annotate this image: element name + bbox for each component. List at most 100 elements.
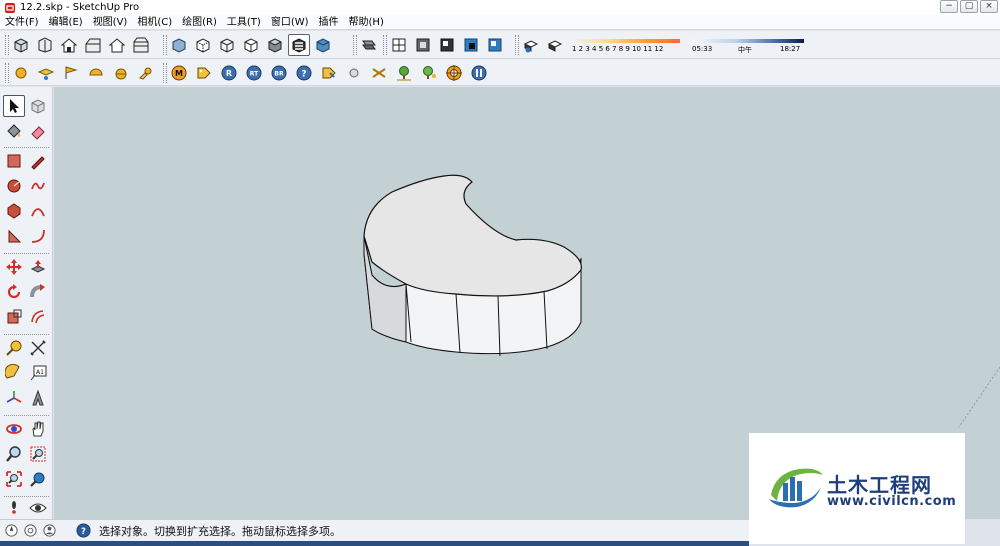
wireframe-button[interactable]: [216, 34, 238, 56]
credits-button[interactable]: [22, 523, 38, 539]
orbit-tool[interactable]: [3, 418, 25, 440]
layer-button[interactable]: [35, 62, 57, 84]
menu-camera[interactable]: 相机(C): [132, 15, 177, 30]
menu-tools[interactable]: 工具(T): [222, 15, 266, 30]
iso-view-button[interactable]: [10, 34, 32, 56]
ball-button[interactable]: [343, 62, 365, 84]
previous-view-tool[interactable]: [27, 468, 49, 490]
zoom-window-tool[interactable]: [27, 443, 49, 465]
hidden-line-button[interactable]: [240, 34, 262, 56]
display-shadows-button[interactable]: [544, 34, 566, 56]
move-tool[interactable]: [3, 256, 25, 278]
menu-help[interactable]: 帮助(H): [344, 15, 389, 30]
xray-button[interactable]: [168, 34, 190, 56]
flag-button[interactable]: [60, 62, 82, 84]
polygon-tool[interactable]: [3, 200, 25, 222]
sphere-half-button[interactable]: [110, 62, 132, 84]
freehand-tool[interactable]: [27, 175, 49, 197]
br-circle-button[interactable]: BR: [268, 62, 290, 84]
component-c-button[interactable]: [436, 34, 458, 56]
month-ticks: 1 2 3 4 5 6 7 8 9 10 11 12: [572, 45, 664, 53]
front-view-button[interactable]: [58, 34, 80, 56]
r-circle-button[interactable]: R: [218, 62, 240, 84]
pie-tool[interactable]: [3, 225, 25, 247]
monochrome-button[interactable]: [312, 34, 334, 56]
zoom-extents-tool[interactable]: [3, 468, 25, 490]
half-sphere-button[interactable]: [85, 62, 107, 84]
shaded-textures-icon: [292, 38, 306, 53]
menu-edit[interactable]: 编辑(E): [44, 15, 88, 30]
tree-button[interactable]: [393, 62, 415, 84]
left-view-button[interactable]: [130, 34, 152, 56]
shadow-settings-button[interactable]: [520, 34, 542, 56]
window-title: 12.2.skp - SketchUp Pro: [20, 2, 140, 13]
follow-me-tool[interactable]: [27, 281, 49, 303]
maximize-button[interactable]: ▢: [960, 0, 978, 13]
m-circle-button[interactable]: M: [168, 62, 190, 84]
menu-view[interactable]: 视图(V): [88, 15, 133, 30]
menu-draw[interactable]: 绘图(R): [177, 15, 222, 30]
back-view-button[interactable]: [106, 34, 128, 56]
arc-tool[interactable]: [27, 200, 49, 222]
tag-button[interactable]: [193, 62, 215, 84]
text-tool[interactable]: A1: [27, 362, 49, 384]
paint-bucket-tool[interactable]: [3, 120, 25, 142]
arc2-tool[interactable]: [27, 225, 49, 247]
shaded-textures-button[interactable]: [288, 34, 310, 56]
tree-2-button[interactable]: [418, 62, 440, 84]
push-pull-tool[interactable]: [27, 256, 49, 278]
pause-circle-button[interactable]: [468, 62, 490, 84]
menu-file[interactable]: 文件(F): [0, 15, 44, 30]
rt-circle-button[interactable]: RT: [243, 62, 265, 84]
user-button[interactable]: [41, 523, 57, 539]
component-a-button[interactable]: [388, 34, 410, 56]
circle-tool[interactable]: [3, 175, 25, 197]
make-component-tool[interactable]: [27, 95, 49, 117]
plugin-toolbar-b: M R RT BR ?: [162, 61, 490, 85]
geo-location-button[interactable]: [3, 523, 19, 539]
protractor-tool[interactable]: [3, 362, 25, 384]
section-plane-button[interactable]: [358, 34, 380, 56]
r-circle-icon: R: [221, 65, 237, 81]
minimize-button[interactable]: −: [940, 0, 958, 13]
rectangle-tool[interactable]: [3, 150, 25, 172]
tape-measure-tool[interactable]: [3, 337, 25, 359]
views-toolbar: [4, 33, 152, 57]
shaded-button[interactable]: [264, 34, 286, 56]
sphere-gold-button[interactable]: [10, 62, 32, 84]
pan-tool[interactable]: [27, 418, 49, 440]
eraser-tool[interactable]: [27, 120, 49, 142]
zoom-tool[interactable]: [3, 443, 25, 465]
look-around-tool[interactable]: [27, 497, 49, 519]
component-e-button[interactable]: [484, 34, 506, 56]
close-button[interactable]: ×: [980, 0, 998, 13]
component-b-button[interactable]: [412, 34, 434, 56]
month-slider[interactable]: 1 2 3 4 5 6 7 8 9 10 11 12: [572, 35, 680, 55]
line-tool[interactable]: [27, 150, 49, 172]
zoom-extents-icon: [6, 471, 22, 487]
pie-icon: [8, 229, 22, 243]
hand-sphere-button[interactable]: [135, 62, 157, 84]
dimension-tool[interactable]: [27, 337, 49, 359]
3d-text-tool[interactable]: [27, 387, 49, 409]
help-circle-icon: ?: [296, 65, 312, 81]
offset-tool[interactable]: [27, 306, 49, 328]
help-button[interactable]: ?: [75, 523, 91, 539]
cross-tool-button[interactable]: [368, 62, 390, 84]
tag-key-button[interactable]: [318, 62, 340, 84]
sphere-half-icon: [115, 68, 127, 80]
menu-plugins[interactable]: 插件: [314, 15, 344, 30]
menu-window[interactable]: 窗口(W): [266, 15, 314, 30]
scale-tool[interactable]: [3, 306, 25, 328]
select-tool[interactable]: [3, 95, 25, 117]
top-view-button[interactable]: [34, 34, 56, 56]
axes-tool[interactable]: [3, 387, 25, 409]
rotate-tool[interactable]: [3, 281, 25, 303]
target-button[interactable]: [443, 62, 465, 84]
component-d-button[interactable]: [460, 34, 482, 56]
right-view-button[interactable]: [82, 34, 104, 56]
walk-tool[interactable]: [3, 497, 25, 519]
help-circle-button[interactable]: ?: [293, 62, 315, 84]
time-slider[interactable]: 05:33 中午 18:27: [692, 35, 804, 55]
back-edges-button[interactable]: [192, 34, 214, 56]
